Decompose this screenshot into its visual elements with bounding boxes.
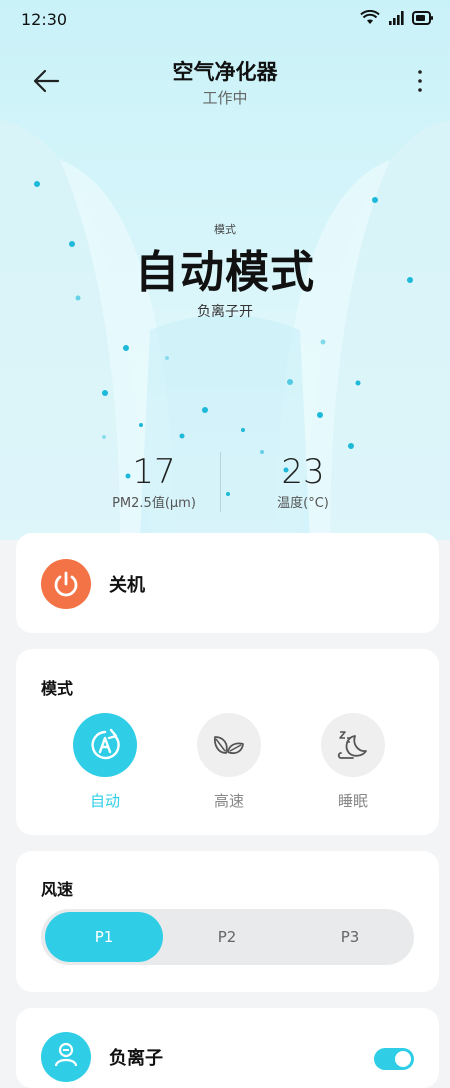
status-time: 12:30 <box>21 10 68 29</box>
mode-auto-label: 自动 <box>89 792 120 810</box>
pm25-metric: 17 PM2.5值(μm) <box>84 452 224 511</box>
mode-detail: 负离子开 <box>197 304 253 320</box>
pm25-label: PM2.5值(μm) <box>112 496 196 511</box>
mode-section-title: 模式 <box>41 679 74 698</box>
mode-card: 模式 自动 高速 睡眠 <box>16 649 439 835</box>
power-card: 关机 <box>16 533 439 633</box>
hero-panel: 12:30 空气净化器 工作中 模式 自动模式 负离子开 17 PM2.5值(μ… <box>0 0 450 540</box>
temperature-metric: 23 温度(°C) <box>233 452 373 511</box>
signal-icon <box>389 11 404 25</box>
fan-speed-card: 风速 P1 P2 P3 <box>16 851 439 992</box>
metric-divider <box>220 452 221 512</box>
status-bar: 12:30 <box>0 0 450 40</box>
leaf-icon <box>213 736 244 755</box>
mode-high-circle <box>197 713 261 777</box>
power-icon <box>54 571 78 597</box>
mode-option-sleep[interactable]: 睡眠 <box>313 713 393 811</box>
fan-speed-selector: P1 P2 P3 <box>41 909 414 965</box>
auto-icon <box>91 728 120 760</box>
fan-speed-p3[interactable]: P3 <box>291 912 409 962</box>
mode-high-label: 高速 <box>213 792 244 810</box>
negative-ion-label: 负离子 <box>109 1048 163 1069</box>
power-label: 关机 <box>109 575 145 596</box>
mode-option-auto[interactable]: 自动 <box>65 713 145 811</box>
mode-caption: 模式 <box>214 223 236 236</box>
negative-ion-card: 负离子 <box>16 1008 439 1088</box>
page-title: 空气净化器 <box>172 60 278 84</box>
negative-ion-icon <box>41 1032 91 1082</box>
ion-person-icon <box>54 1042 78 1067</box>
temperature-value: 23 <box>281 452 325 492</box>
more-button[interactable] <box>412 66 428 96</box>
mode-auto-circle <box>73 713 137 777</box>
device-status: 工作中 <box>202 89 248 107</box>
more-vertical-icon <box>418 70 422 92</box>
toggle-knob <box>395 1051 411 1067</box>
battery-icon <box>412 11 433 25</box>
negative-ion-toggle[interactable] <box>374 1048 414 1070</box>
power-button[interactable] <box>41 559 91 609</box>
status-icons <box>360 10 434 26</box>
mode-option-high[interactable]: 高速 <box>189 713 269 811</box>
fan-section-title: 风速 <box>41 880 74 899</box>
pm25-value: 17 <box>132 452 176 492</box>
mode-sleep-circle <box>321 713 385 777</box>
temperature-label: 温度(°C) <box>277 496 329 511</box>
wifi-icon <box>360 10 380 24</box>
fan-speed-p1[interactable]: P1 <box>45 912 163 962</box>
moon-icon <box>337 731 367 759</box>
current-mode: 自动模式 <box>135 247 315 298</box>
fan-speed-p2[interactable]: P2 <box>168 912 286 962</box>
mode-sleep-label: 睡眠 <box>337 792 368 810</box>
